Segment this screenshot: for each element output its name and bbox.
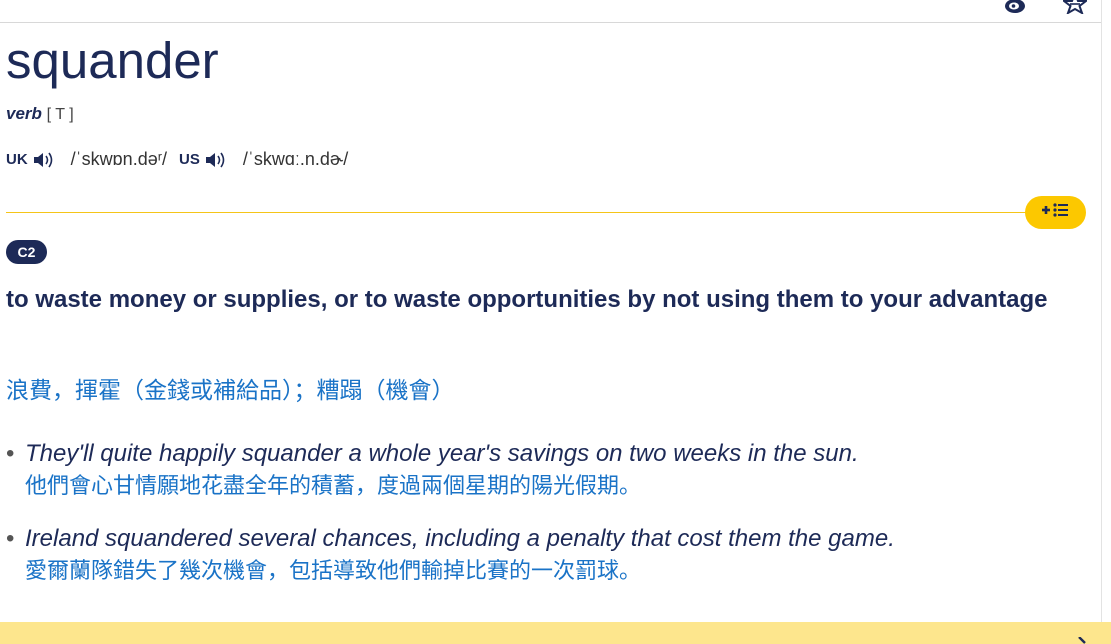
us-audio-speaker-icon[interactable] (205, 150, 227, 170)
plus-list-icon (1038, 201, 1074, 224)
content-border (1101, 0, 1102, 622)
pronunciation-line: UK /ˈskwɒn.dəʳ/ US /ˈskwɑː.n.dɚ/ (6, 149, 360, 170)
cefr-level-badge: C2 (6, 240, 47, 264)
top-icons (1003, 0, 1089, 19)
add-to-word-list-button[interactable] (1025, 196, 1086, 229)
sense-divider (6, 212, 1046, 213)
uk-ipa: /ˈskwɒn.dəʳ/ (70, 149, 168, 169)
bullet: • (6, 440, 15, 467)
chevron-right-icon[interactable] (1077, 634, 1089, 644)
top-bar (0, 0, 1101, 23)
dictionary-entry-page: squander verb [ T ] UK /ˈskwɒn.dəʳ/ US /… (0, 0, 1111, 644)
example-item: • Ireland squandered several chances, in… (6, 523, 895, 587)
example-item: • They'll quite happily squander a whole… (6, 438, 859, 502)
star-icon[interactable] (1061, 0, 1089, 19)
example-sentence: Ireland squandered several chances, incl… (25, 525, 895, 552)
uk-label: UK (6, 151, 28, 168)
part-of-speech-line: verb [ T ] (6, 104, 74, 124)
weibo-icon[interactable] (1003, 0, 1029, 19)
part-of-speech: verb (6, 104, 42, 123)
example-translation: 愛爾蘭隊錯失了幾次機會，包括導致他們輸掉比賽的一次罰球。 (25, 558, 642, 583)
grammar-code: [ T ] (46, 106, 74, 123)
example-sentence: They'll quite happily squander a whole y… (25, 440, 859, 467)
definition-translation: 浪費，揮霍（金錢或補給品）；糟蹋（機會） (6, 377, 455, 403)
us-ipa: /ˈskwɑː.n.dɚ/ (242, 149, 349, 169)
example-translation: 他們會心甘情願地花盡全年的積蓄，度過兩個星期的陽光假期。 (25, 473, 642, 498)
headword: squander (6, 32, 219, 89)
uk-audio-speaker-icon[interactable] (33, 150, 55, 170)
bullet: • (6, 525, 15, 552)
us-label: US (179, 151, 200, 168)
definition-text: to waste money or supplies, or to waste … (6, 286, 1048, 313)
more-examples-band[interactable] (0, 622, 1111, 644)
